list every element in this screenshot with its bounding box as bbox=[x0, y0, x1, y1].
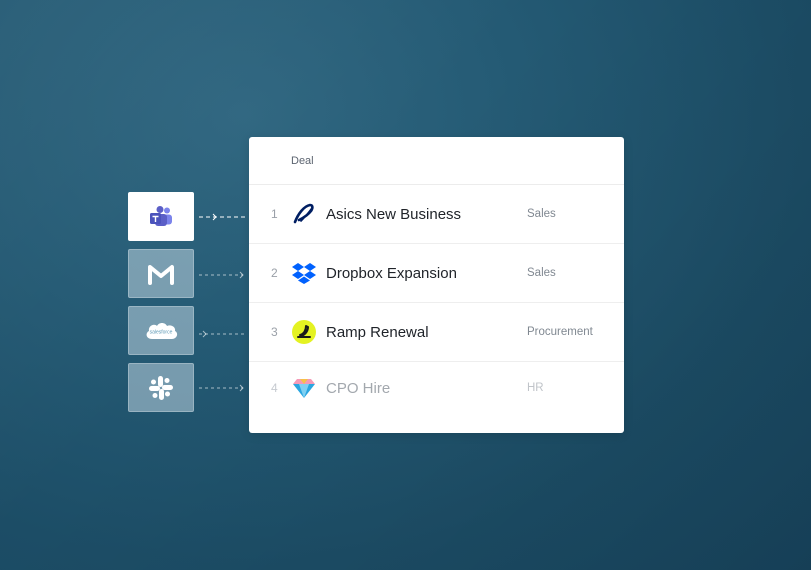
connector-gmail bbox=[199, 271, 244, 279]
row-number: 1 bbox=[271, 207, 278, 221]
deal-category: HR bbox=[527, 382, 544, 394]
table-row[interactable]: 4 CPO Hire HR bbox=[249, 362, 624, 414]
teams-icon bbox=[150, 205, 172, 226]
deal-category: Sales bbox=[527, 208, 556, 220]
asics-logo-icon bbox=[292, 202, 316, 226]
deals-table: Deal 1 Asics New Business Sales 2 Dropbo… bbox=[249, 137, 624, 433]
gmail-tile[interactable] bbox=[128, 249, 194, 298]
table-row[interactable]: 3 Ramp Renewal Procurement bbox=[249, 303, 624, 362]
deal-name: Dropbox Expansion bbox=[326, 264, 457, 282]
connector-teams bbox=[199, 213, 245, 221]
row-number: 2 bbox=[271, 266, 278, 280]
row-number: 4 bbox=[271, 381, 278, 395]
teams-tile[interactable] bbox=[128, 192, 194, 241]
salesforce-tile[interactable]: salesforce bbox=[128, 306, 194, 355]
gem-logo-icon bbox=[292, 376, 316, 400]
gmail-icon bbox=[148, 264, 174, 285]
deal-name: CPO Hire bbox=[326, 379, 391, 397]
deal-name: Ramp Renewal bbox=[326, 323, 429, 341]
table-header-deal: Deal bbox=[249, 137, 624, 185]
table-row[interactable]: 1 Asics New Business Sales bbox=[249, 185, 624, 244]
svg-text:salesforce: salesforce bbox=[150, 329, 173, 335]
dropbox-logo-icon bbox=[292, 261, 316, 285]
slack-icon bbox=[149, 375, 173, 400]
deal-name: Asics New Business bbox=[326, 205, 462, 223]
row-number: 3 bbox=[271, 325, 278, 339]
slack-tile[interactable] bbox=[128, 363, 194, 412]
salesforce-icon: salesforce bbox=[146, 322, 178, 339]
deal-category: Procurement bbox=[527, 326, 593, 338]
table-row[interactable]: 2 Dropbox Expansion Sales bbox=[249, 244, 624, 303]
deal-category: Sales bbox=[527, 267, 556, 279]
connector-slack bbox=[199, 384, 244, 392]
connector-salesforce bbox=[199, 330, 245, 338]
ramp-logo-icon bbox=[292, 320, 316, 344]
